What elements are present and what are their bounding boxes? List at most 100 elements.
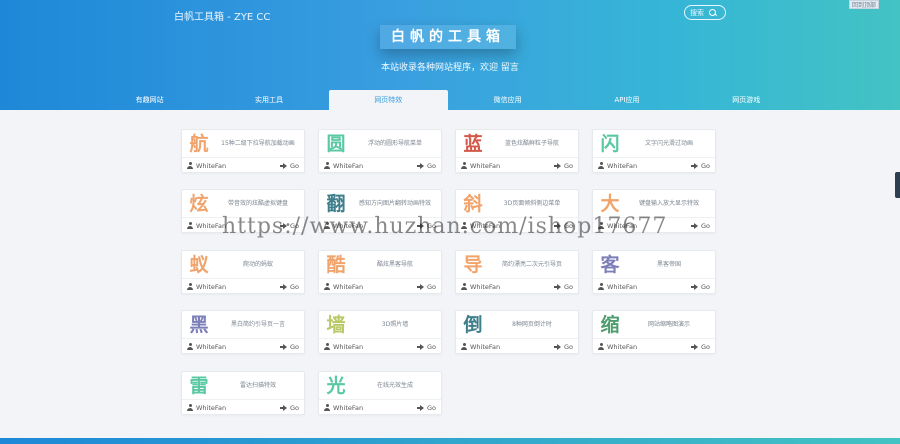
- user-icon: [324, 404, 330, 411]
- back-to-top-button[interactable]: 回到顶部: [849, 0, 879, 9]
- tool-card[interactable]: 倒 8种网页倒计时 WhiteFan Go: [455, 310, 579, 354]
- user-icon: [324, 222, 330, 229]
- go-icon[interactable]: [416, 222, 424, 229]
- user-icon: [324, 162, 330, 169]
- go-link[interactable]: Go: [290, 283, 299, 291]
- card-glyph: 缩: [600, 314, 620, 336]
- card-footer: WhiteFan Go: [319, 399, 441, 415]
- go-icon[interactable]: [553, 343, 561, 350]
- tool-card[interactable]: 酷 酷炫黑客导航 WhiteFan Go: [318, 250, 442, 294]
- card-description: 酷炫黑客导航: [376, 261, 413, 268]
- go-icon[interactable]: [416, 343, 424, 350]
- go-icon[interactable]: [416, 404, 424, 411]
- tool-card[interactable]: 黑 黑白简约引导页一言 WhiteFan Go: [181, 310, 305, 354]
- card-description: 网站缩略图演示: [647, 321, 690, 328]
- card-description: 简约漂亮二次元引导页: [501, 261, 562, 268]
- card-description: 黑客帝国: [656, 261, 681, 268]
- go-link[interactable]: Go: [427, 162, 436, 170]
- go-link[interactable]: Go: [290, 222, 299, 230]
- tool-card[interactable]: 雷 雷达扫描特效 WhiteFan Go: [181, 371, 305, 415]
- tool-card[interactable]: 蓝 蓝色炫酷鲜粒子导航 WhiteFan Go: [455, 129, 579, 173]
- search-input[interactable]: 搜索: [684, 5, 726, 20]
- go-link[interactable]: Go: [701, 283, 710, 291]
- card-author: WhiteFan: [333, 221, 364, 230]
- card-author: WhiteFan: [607, 161, 638, 170]
- tool-card[interactable]: 翻 感知方向图片翻转动画特效 WhiteFan Go: [318, 189, 442, 233]
- go-icon[interactable]: [416, 283, 424, 290]
- search-icon[interactable]: [709, 8, 717, 17]
- tool-card[interactable]: 客 黑客帝国 WhiteFan Go: [592, 250, 716, 294]
- site-title[interactable]: 白帆工具箱 - ZYE CC: [174, 8, 270, 23]
- go-link[interactable]: Go: [701, 222, 710, 230]
- go-link[interactable]: Go: [564, 222, 573, 230]
- card-footer: WhiteFan Go: [182, 278, 304, 294]
- go-link[interactable]: Go: [564, 283, 573, 291]
- card-footer: WhiteFan Go: [456, 278, 578, 294]
- card-footer: WhiteFan Go: [182, 157, 304, 173]
- user-icon: [461, 162, 467, 169]
- tool-card[interactable]: 斜 3D页面倾斜侧边菜单 WhiteFan Go: [455, 189, 579, 233]
- user-icon: [598, 162, 604, 169]
- card-description: 带音效的炫酷虚拟键盘: [227, 200, 288, 207]
- tool-card[interactable]: 光 在线光效生成 WhiteFan Go: [318, 371, 442, 415]
- tab-api-apps[interactable]: API应用: [567, 90, 686, 110]
- go-icon[interactable]: [690, 162, 698, 169]
- go-icon[interactable]: [279, 222, 287, 229]
- go-icon[interactable]: [690, 222, 698, 229]
- go-icon[interactable]: [279, 404, 287, 411]
- tool-card[interactable]: 航 15种二级下拉导航加载动画 WhiteFan Go: [181, 129, 305, 173]
- card-author: WhiteFan: [470, 221, 501, 230]
- card-footer: WhiteFan Go: [319, 338, 441, 354]
- go-link[interactable]: Go: [427, 222, 436, 230]
- card-description: 蓝色炫酷鲜粒子导航: [504, 140, 559, 147]
- tab-tools[interactable]: 实用工具: [209, 90, 328, 110]
- go-icon[interactable]: [553, 162, 561, 169]
- tab-web-games[interactable]: 网页游戏: [687, 90, 806, 110]
- tab-fun-sites[interactable]: 有趣网站: [90, 90, 209, 110]
- go-link[interactable]: Go: [290, 404, 299, 412]
- card-author: WhiteFan: [607, 342, 638, 351]
- tool-card[interactable]: 炫 带音效的炫酷虚拟键盘 WhiteFan Go: [181, 189, 305, 233]
- go-link[interactable]: Go: [701, 343, 710, 351]
- card-footer: WhiteFan Go: [456, 217, 578, 233]
- tool-card[interactable]: 圆 浮动的圆形导航菜单 WhiteFan Go: [318, 129, 442, 173]
- tool-card[interactable]: 蚁 爬动的蚂蚁 WhiteFan Go: [181, 250, 305, 294]
- card-author: WhiteFan: [196, 221, 227, 230]
- go-icon[interactable]: [553, 283, 561, 290]
- go-link[interactable]: Go: [564, 343, 573, 351]
- go-link[interactable]: Go: [564, 162, 573, 170]
- go-link[interactable]: Go: [427, 343, 436, 351]
- go-link[interactable]: Go: [701, 162, 710, 170]
- go-icon[interactable]: [279, 343, 287, 350]
- user-icon: [598, 343, 604, 350]
- go-link[interactable]: Go: [290, 343, 299, 351]
- card-footer: WhiteFan Go: [182, 338, 304, 354]
- category-tabs: 有趣网站 实用工具 网页特效 微信应用 API应用 网页游戏: [90, 90, 806, 110]
- tool-card[interactable]: 缩 网站缩略图演示 WhiteFan Go: [592, 310, 716, 354]
- go-icon[interactable]: [553, 222, 561, 229]
- card-glyph: 翻: [326, 193, 346, 215]
- card-author: WhiteFan: [333, 403, 364, 412]
- tab-wechat-apps[interactable]: 微信应用: [448, 90, 567, 110]
- go-icon[interactable]: [279, 162, 287, 169]
- go-link[interactable]: Go: [427, 283, 436, 291]
- hero-subtitle: 本站收录各种网站程序，欢迎 留言: [381, 63, 519, 73]
- go-icon[interactable]: [690, 343, 698, 350]
- card-glyph: 圆: [326, 133, 346, 155]
- go-link[interactable]: Go: [290, 162, 299, 170]
- card-author: WhiteFan: [333, 161, 364, 170]
- go-icon[interactable]: [690, 283, 698, 290]
- tool-card[interactable]: 闪 文字闪光滑过动画 WhiteFan Go: [592, 129, 716, 173]
- user-icon: [461, 222, 467, 229]
- tab-web-effects[interactable]: 网页特效: [328, 90, 448, 110]
- go-link[interactable]: Go: [427, 404, 436, 412]
- tool-card[interactable]: 导 简约漂亮二次元引导页 WhiteFan Go: [455, 250, 579, 294]
- hero-header: 白帆工具箱 - ZYE CC 搜索 回到顶部 白帆的工具箱 本站收录各种网站程序…: [0, 0, 900, 110]
- tool-card[interactable]: 大 键盘输入放大显示特效 WhiteFan Go: [592, 189, 716, 233]
- tool-card[interactable]: 墙 3D照片墙 WhiteFan Go: [318, 310, 442, 354]
- side-scroll-handle[interactable]: [895, 172, 900, 198]
- go-icon[interactable]: [416, 162, 424, 169]
- go-icon[interactable]: [279, 283, 287, 290]
- card-description: 3D页面倾斜侧边菜单: [503, 200, 561, 207]
- card-glyph: 黑: [189, 314, 209, 336]
